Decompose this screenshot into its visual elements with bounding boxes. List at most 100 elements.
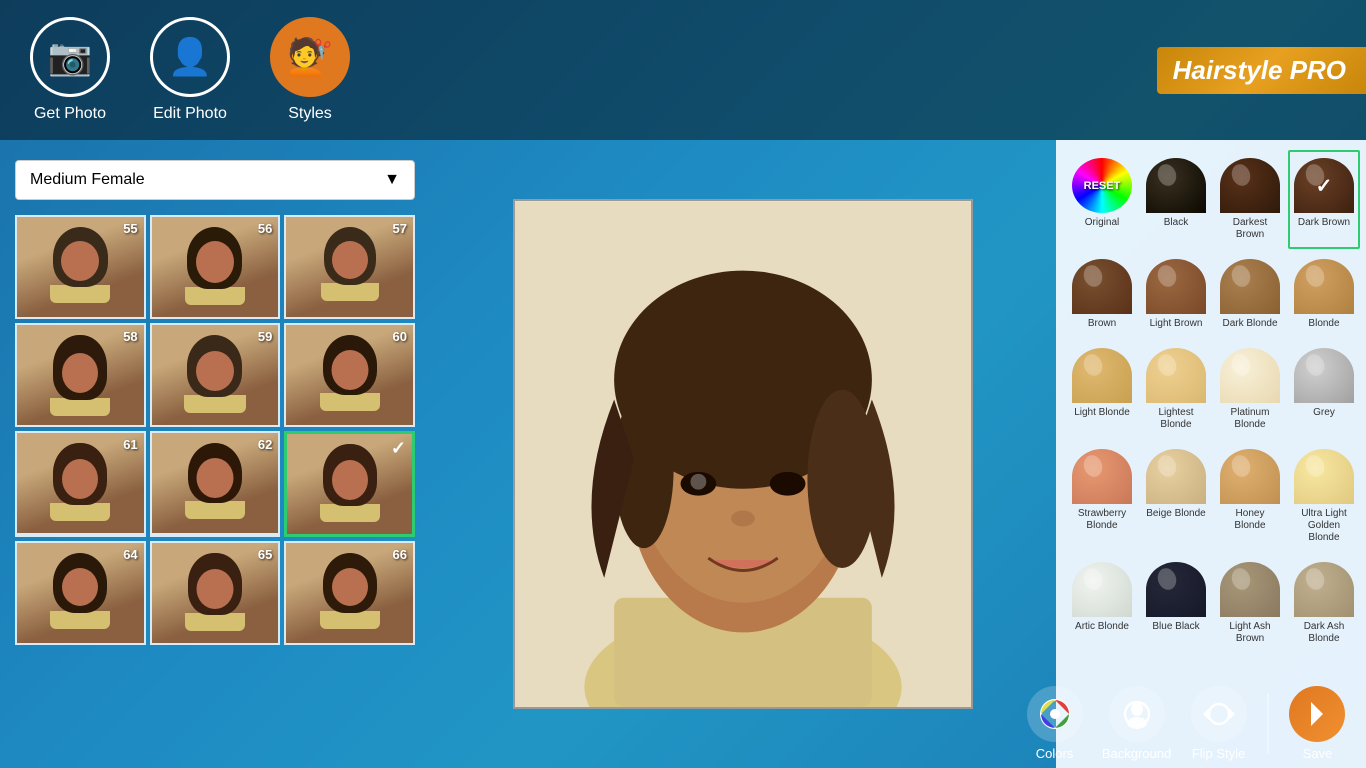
color-item-dark-blonde[interactable]: Dark Blonde bbox=[1214, 251, 1286, 338]
style-num-65: 65 bbox=[258, 547, 272, 562]
style-item-65[interactable]: 65 bbox=[150, 541, 281, 645]
style-item-55[interactable]: 55 bbox=[15, 215, 146, 319]
color-item-platinum-blonde[interactable]: Platinum Blonde bbox=[1214, 340, 1286, 439]
style-num-57: 57 bbox=[393, 221, 407, 236]
style-item-56[interactable]: 56 bbox=[150, 215, 281, 319]
style-num-55: 55 bbox=[123, 221, 137, 236]
color-item-light-blonde[interactable]: Light Blonde bbox=[1066, 340, 1138, 439]
color-swatch-lightest-blonde bbox=[1146, 348, 1206, 403]
style-item-58[interactable]: 58 bbox=[15, 323, 146, 427]
styles-grid: 55 56 bbox=[15, 215, 415, 645]
color-item-light-ash-brown[interactable]: Light Ash Brown bbox=[1214, 554, 1286, 653]
color-item-black[interactable]: Black bbox=[1140, 150, 1212, 249]
color-label-blue-black: Blue Black bbox=[1152, 621, 1199, 633]
color-label-black: Black bbox=[1164, 217, 1188, 229]
color-item-ultra-light-golden-blonde[interactable]: Ultra Light Golden Blonde bbox=[1288, 441, 1360, 552]
nav-styles-label: Styles bbox=[288, 105, 332, 123]
color-swatch-brown bbox=[1072, 259, 1132, 314]
colors-grid: RESET Original Black Darkest Brown ✓ Dar… bbox=[1066, 150, 1356, 653]
save-icon bbox=[1289, 686, 1345, 742]
style-item-66[interactable]: 66 bbox=[284, 541, 415, 645]
color-item-blue-black[interactable]: Blue Black bbox=[1140, 554, 1212, 653]
app-title: Hairstyle PRO bbox=[1157, 47, 1366, 94]
color-item-dark-brown[interactable]: ✓ Dark Brown bbox=[1288, 150, 1360, 249]
style-num-62: 62 bbox=[258, 437, 272, 452]
color-swatch-dark-blonde bbox=[1220, 259, 1280, 314]
style-item-60[interactable]: 60 bbox=[284, 323, 415, 427]
color-item-blonde[interactable]: Blonde bbox=[1288, 251, 1360, 338]
right-panel-colors: RESET Original Black Darkest Brown ✓ Dar… bbox=[1056, 140, 1366, 768]
color-swatch-blue-black bbox=[1146, 562, 1206, 617]
color-swatch-strawberry-blonde bbox=[1072, 449, 1132, 504]
save-button[interactable]: Save bbox=[1279, 686, 1356, 761]
color-label-dark-ash-blonde: Dark Ash Blonde bbox=[1294, 621, 1354, 645]
color-item-reset[interactable]: RESET Original bbox=[1066, 150, 1138, 249]
style-item-57[interactable]: 57 bbox=[284, 215, 415, 319]
color-item-light-brown[interactable]: Light Brown bbox=[1140, 251, 1212, 338]
nav-edit-photo[interactable]: 👤 Edit Photo bbox=[150, 17, 230, 123]
color-label-strawberry-blonde: Strawberry Blonde bbox=[1072, 508, 1132, 532]
color-swatch-ultra-light-golden-blonde bbox=[1294, 449, 1354, 504]
style-num-56: 56 bbox=[258, 221, 272, 236]
bottom-divider bbox=[1267, 693, 1269, 753]
nav-get-photo-label: Get Photo bbox=[34, 105, 106, 123]
save-label: Save bbox=[1303, 746, 1333, 761]
colors-label: Colors bbox=[1036, 746, 1074, 761]
color-item-strawberry-blonde[interactable]: Strawberry Blonde bbox=[1066, 441, 1138, 552]
person-icon: 👤 bbox=[150, 17, 230, 97]
color-swatch-light-brown bbox=[1146, 259, 1206, 314]
style-item-63[interactable]: ✓ bbox=[284, 431, 415, 537]
color-swatch-artic-blonde bbox=[1072, 562, 1132, 617]
color-item-artic-blonde[interactable]: Artic Blonde bbox=[1066, 554, 1138, 653]
style-num-60: 60 bbox=[393, 329, 407, 344]
color-item-honey-blonde[interactable]: Honey Blonde bbox=[1214, 441, 1286, 552]
color-item-brown[interactable]: Brown bbox=[1066, 251, 1138, 338]
bottom-action-colors[interactable]: Colors bbox=[1016, 686, 1093, 761]
color-swatch-light-blonde bbox=[1072, 348, 1132, 403]
color-label-artic-blonde: Artic Blonde bbox=[1075, 621, 1129, 633]
style-item-61[interactable]: 61 bbox=[15, 431, 146, 537]
style-item-62[interactable]: 62 bbox=[150, 431, 281, 537]
nav-get-photo[interactable]: 📷 Get Photo bbox=[30, 17, 110, 123]
color-swatch-light-ash-brown bbox=[1220, 562, 1280, 617]
color-swatch-blonde bbox=[1294, 259, 1354, 314]
color-swatch-darkest-brown bbox=[1220, 158, 1280, 213]
reset-swatch: RESET bbox=[1072, 158, 1132, 213]
bottom-action-flip-style[interactable]: Flip Style bbox=[1180, 686, 1257, 761]
style-category-dropdown[interactable]: Medium Female ▼ bbox=[15, 160, 415, 200]
color-label-platinum-blonde: Platinum Blonde bbox=[1220, 407, 1280, 431]
color-label-ultra-light-golden-blonde: Ultra Light Golden Blonde bbox=[1294, 508, 1354, 544]
color-item-grey[interactable]: Grey bbox=[1288, 340, 1360, 439]
color-label-lightest-blonde: Lightest Blonde bbox=[1146, 407, 1206, 431]
styles-icon: 💇 bbox=[270, 17, 350, 97]
style-item-64[interactable]: 64 bbox=[15, 541, 146, 645]
color-item-lightest-blonde[interactable]: Lightest Blonde bbox=[1140, 340, 1212, 439]
dropdown-value: Medium Female bbox=[30, 171, 145, 189]
style-num-61: 61 bbox=[123, 437, 137, 452]
preview-image bbox=[515, 199, 971, 709]
style-num-66: 66 bbox=[393, 547, 407, 562]
left-panel: Medium Female ▼ 55 bbox=[0, 140, 430, 768]
dropdown-chevron-icon: ▼ bbox=[384, 171, 400, 189]
color-label-reset: Original bbox=[1085, 217, 1119, 229]
camera-icon: 📷 bbox=[30, 17, 110, 97]
color-swatch-grey bbox=[1294, 348, 1354, 403]
top-bar: 📷 Get Photo 👤 Edit Photo 💇 Styles Hairst… bbox=[0, 0, 1366, 140]
color-swatch-beige-blonde bbox=[1146, 449, 1206, 504]
color-swatch-dark-brown: ✓ bbox=[1294, 158, 1354, 213]
color-label-darkest-brown: Darkest Brown bbox=[1220, 217, 1280, 241]
color-label-brown: Brown bbox=[1088, 318, 1116, 330]
color-item-darkest-brown[interactable]: Darkest Brown bbox=[1214, 150, 1286, 249]
bottom-action-background[interactable]: Background bbox=[1098, 686, 1175, 761]
flip-style-label: Flip Style bbox=[1192, 746, 1245, 761]
reset-text: RESET bbox=[1084, 180, 1121, 192]
color-swatch-honey-blonde bbox=[1220, 449, 1280, 504]
selected-check-icon: ✓ bbox=[391, 438, 406, 459]
background-icon bbox=[1109, 686, 1165, 742]
colors-icon bbox=[1027, 686, 1083, 742]
color-item-dark-ash-blonde[interactable]: Dark Ash Blonde bbox=[1288, 554, 1360, 653]
nav-styles[interactable]: 💇 Styles bbox=[270, 17, 350, 123]
color-item-beige-blonde[interactable]: Beige Blonde bbox=[1140, 441, 1212, 552]
style-num-58: 58 bbox=[123, 329, 137, 344]
style-item-59[interactable]: 59 bbox=[150, 323, 281, 427]
